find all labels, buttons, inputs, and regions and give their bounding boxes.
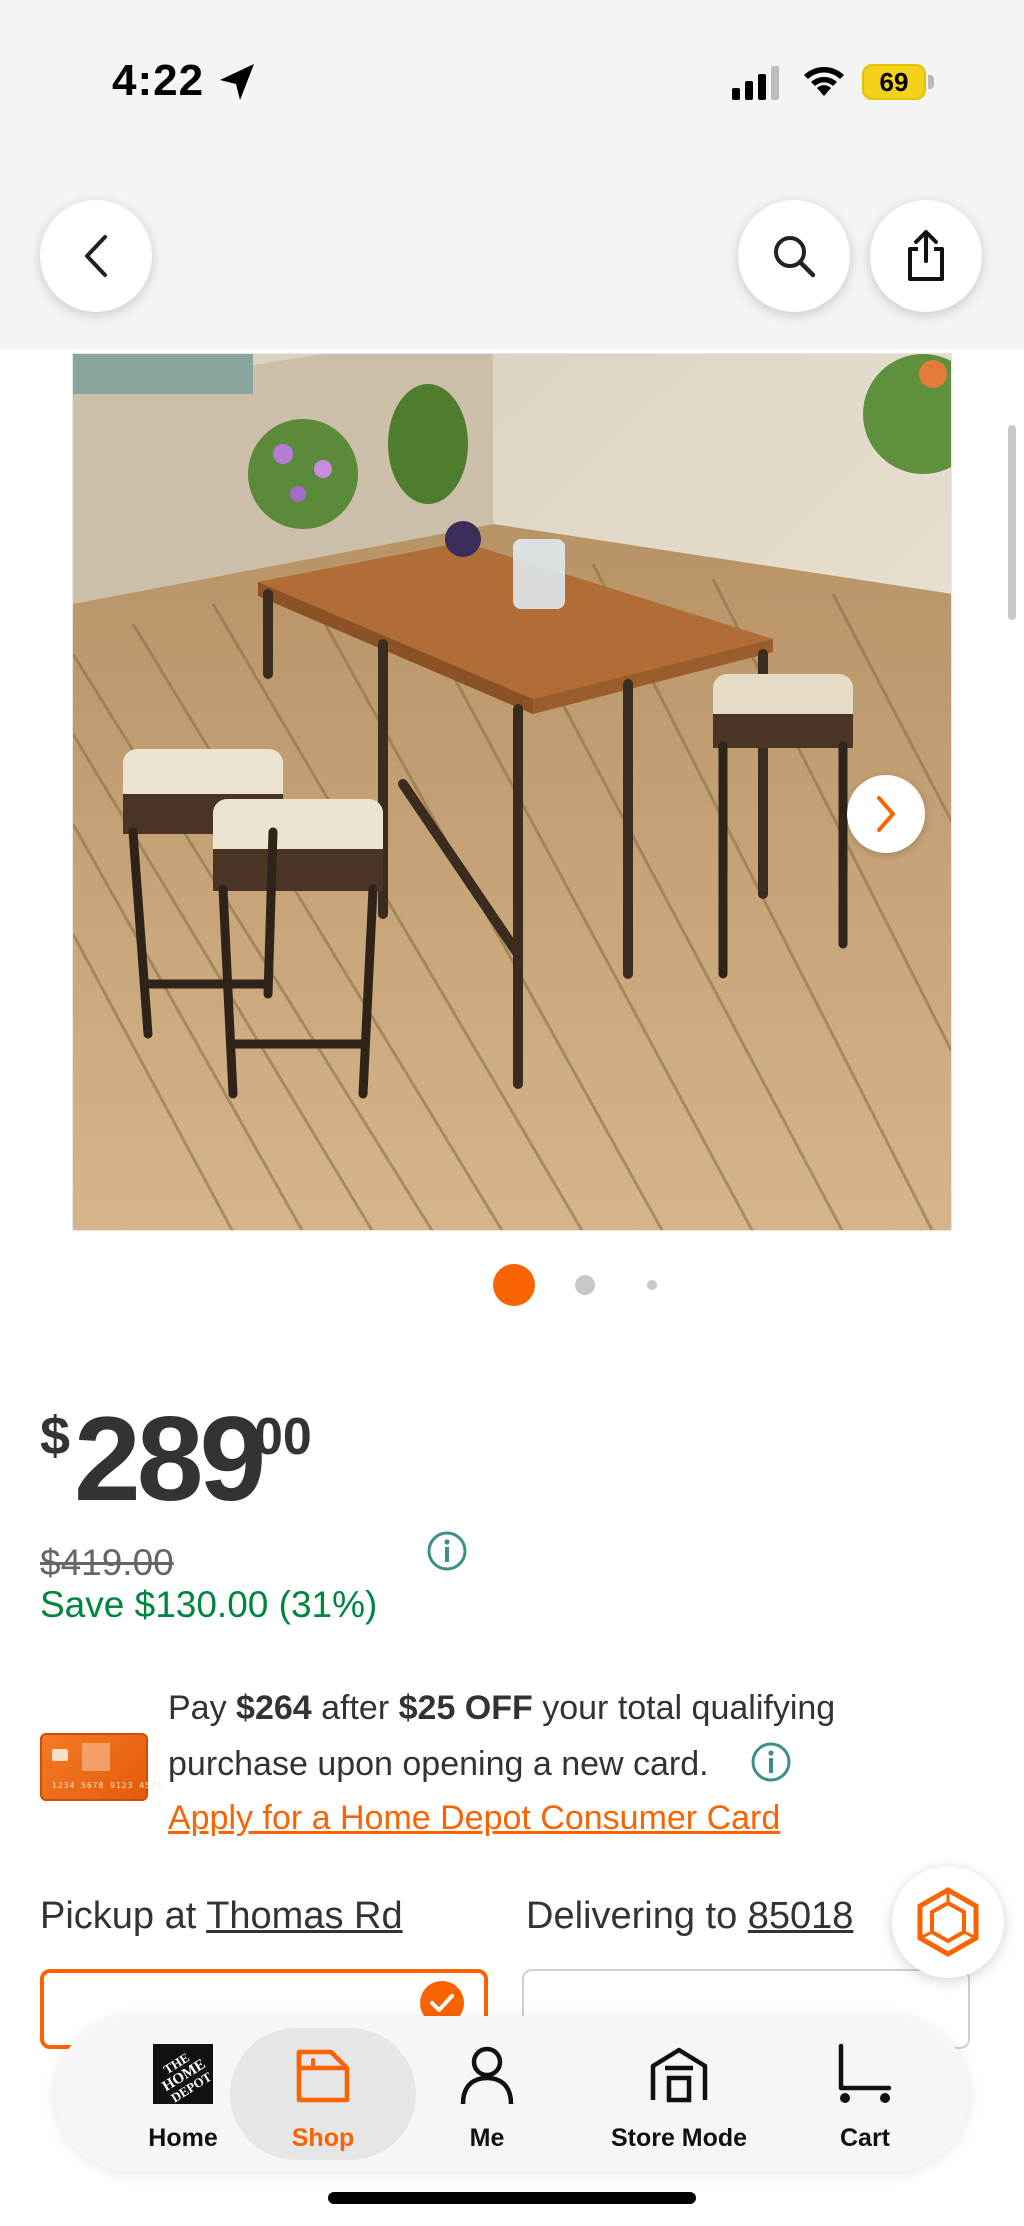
- delivery-label: Delivering to 85018: [526, 1895, 854, 1937]
- back-button[interactable]: [40, 200, 152, 312]
- home-depot-logo-icon: [82, 1743, 110, 1771]
- pagination-dot[interactable]: [647, 1280, 657, 1290]
- promo-line-2: purchase upon opening a new card.: [168, 1745, 709, 1783]
- status-time: 4:22: [112, 56, 205, 105]
- location-arrow-icon: [220, 64, 254, 100]
- pagination-dot[interactable]: [575, 1275, 595, 1295]
- tab-cart[interactable]: Cart: [772, 2028, 958, 2160]
- tab-label: Me: [469, 2124, 505, 2152]
- patio-bar-set-image: [73, 354, 951, 1230]
- price-cents: 00: [254, 1408, 312, 1466]
- tab-shop[interactable]: Shop: [230, 2028, 416, 2160]
- info-icon[interactable]: [426, 1530, 468, 1572]
- apply-card-link[interactable]: Apply for a Home Depot Consumer Card: [168, 1799, 780, 1838]
- share-icon: [908, 230, 944, 281]
- search-icon: [774, 236, 816, 278]
- card-promo: 1234 5678 9123 4524 Pay $264 after $25 O…: [40, 1685, 980, 1845]
- product-header: [0, 160, 1024, 350]
- share-button[interactable]: [870, 200, 982, 312]
- status-bar: 4:22 69: [0, 0, 1024, 160]
- bottom-tab-bar: THE HOME DEPOT Home Shop Me Store Mode C…: [54, 2016, 970, 2172]
- tab-label: Store Mode: [610, 2124, 748, 2152]
- card-number: 1234 5678 9123 4524: [52, 1781, 163, 1790]
- tab-label: Cart: [839, 2124, 890, 2152]
- scrollbar[interactable]: [1008, 425, 1016, 620]
- battery-level: 69: [879, 67, 909, 97]
- assistant-button[interactable]: [892, 1866, 1004, 1978]
- pickup-store-link[interactable]: Thomas Rd: [206, 1895, 402, 1937]
- tab-store-mode[interactable]: Store Mode: [586, 2028, 772, 2160]
- was-price: $419.00: [40, 1542, 174, 1583]
- person-icon: [460, 2046, 514, 2105]
- price-dollars: 289: [74, 1392, 266, 1526]
- shop-bag-icon: [296, 2049, 350, 2103]
- info-icon[interactable]: [750, 1741, 792, 1783]
- tab-me[interactable]: Me: [394, 2028, 580, 2160]
- search-button[interactable]: [738, 200, 850, 312]
- pickup-label: Pickup at Thomas Rd: [40, 1895, 403, 1937]
- chevron-right-icon: [877, 796, 895, 832]
- battery-icon: 69: [862, 64, 934, 100]
- tab-label: Shop: [291, 2124, 355, 2152]
- home-depot-logo-icon: THE HOME DEPOT: [153, 2044, 214, 2105]
- cart-icon: [838, 2043, 892, 2103]
- wifi-icon: [804, 67, 844, 96]
- home-indicator[interactable]: [328, 2192, 696, 2204]
- back-icon: [85, 235, 107, 277]
- delivery-zip-link[interactable]: 85018: [748, 1895, 854, 1937]
- promo-line-1: Pay $264 after $25 OFF your total qualif…: [168, 1689, 836, 1727]
- image-pagination: [0, 1264, 1024, 1306]
- assistant-hexagon-icon: [917, 1887, 979, 1957]
- fulfillment-options: Pickup at Thomas Rd Delivering to 85018: [40, 1895, 990, 2049]
- cellular-signal-icon: [732, 66, 779, 100]
- price-currency: $: [40, 1406, 71, 1466]
- pagination-dot-active[interactable]: [493, 1264, 535, 1306]
- product-image[interactable]: [72, 353, 952, 1231]
- card-chip-icon: [52, 1749, 68, 1761]
- next-image-button[interactable]: [847, 775, 925, 853]
- store-icon: [650, 2047, 708, 2103]
- savings-text: Save $130.00 (31%): [40, 1584, 378, 1625]
- credit-card-image: 1234 5678 9123 4524: [40, 1733, 162, 1801]
